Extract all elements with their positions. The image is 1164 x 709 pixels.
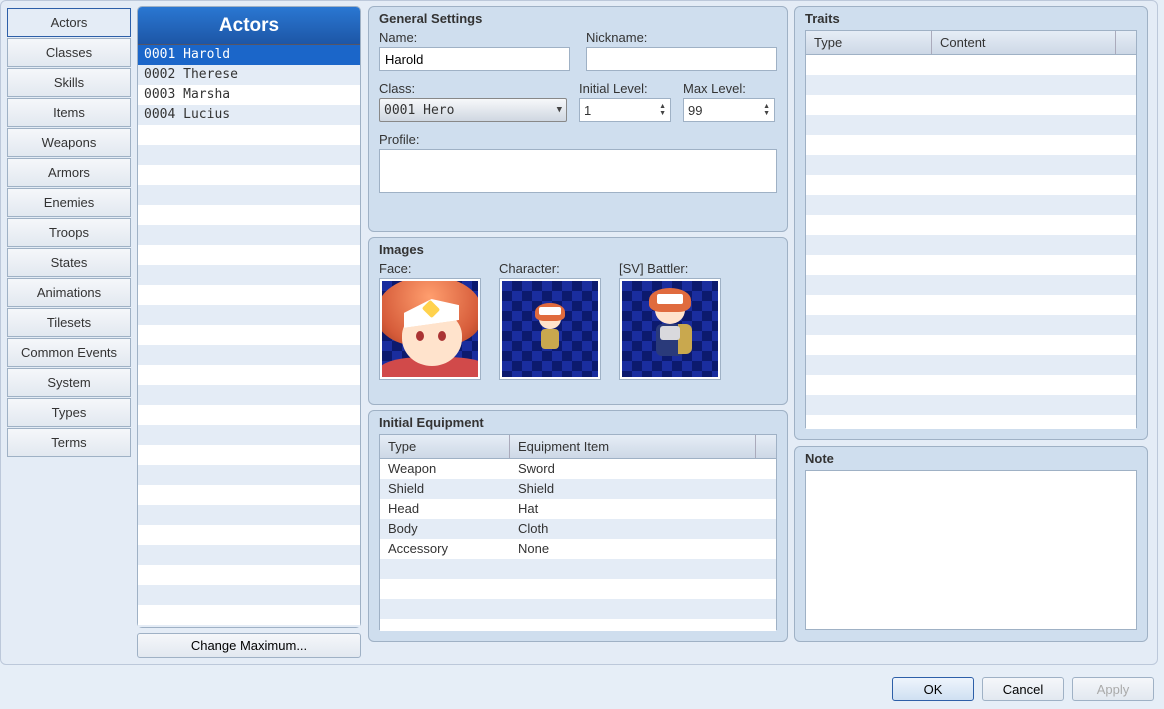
category-weapons[interactable]: Weapons — [7, 128, 131, 157]
class-label: Class: — [379, 81, 567, 96]
spinner-up-icon[interactable]: ▲ — [763, 104, 770, 110]
spinner-down-icon[interactable]: ▼ — [659, 111, 666, 117]
equip-cell-type: Accessory — [380, 539, 510, 559]
traits-group: Traits Type Content — [794, 6, 1148, 440]
equip-cell-type: Body — [380, 519, 510, 539]
nickname-label: Nickname: — [586, 30, 777, 45]
category-troops[interactable]: Troops — [7, 218, 131, 247]
category-common-events[interactable]: Common Events — [7, 338, 131, 367]
note-group: Note — [794, 446, 1148, 642]
equipment-row[interactable]: HeadHat — [380, 499, 776, 519]
nickname-input[interactable] — [586, 47, 777, 71]
entry-row[interactable]: 0002 Therese — [138, 65, 360, 85]
entry-list-panel: Actors 0001 Harold0002 Therese0003 Marsh… — [137, 6, 361, 628]
category-terms[interactable]: Terms — [7, 428, 131, 457]
category-armors[interactable]: Armors — [7, 158, 131, 187]
images-group: Images Face: Character: [SV] Battler: — [368, 237, 788, 405]
equip-col-item[interactable]: Equipment Item — [510, 435, 756, 458]
profile-label: Profile: — [379, 132, 777, 147]
general-settings-title: General Settings — [379, 11, 777, 26]
sv-battler-label: [SV] Battler: — [619, 261, 721, 276]
entry-row[interactable]: 0001 Harold — [138, 45, 360, 65]
traits-table[interactable]: Type Content — [805, 30, 1137, 428]
initial-equipment-title: Initial Equipment — [379, 415, 777, 430]
name-label: Name: — [379, 30, 570, 45]
equipment-row[interactable]: AccessoryNone — [380, 539, 776, 559]
entry-row[interactable]: 0004 Lucius — [138, 105, 360, 125]
detail-area: General Settings Name: Nickname: Class: … — [368, 6, 1154, 661]
class-combo-value: 0001 Hero — [384, 103, 454, 118]
traits-title: Traits — [805, 11, 1137, 26]
character-label: Character: — [499, 261, 601, 276]
dialog-button-bar: OK Cancel Apply — [892, 677, 1154, 701]
equip-cell-item: Hat — [510, 499, 756, 519]
chevron-down-icon: ▼ — [557, 105, 562, 115]
category-classes[interactable]: Classes — [7, 38, 131, 67]
category-tilesets[interactable]: Tilesets — [7, 308, 131, 337]
database-panel: ActorsClassesSkillsItemsWeaponsArmorsEne… — [0, 0, 1158, 665]
category-skills[interactable]: Skills — [7, 68, 131, 97]
traits-col-type[interactable]: Type — [806, 31, 932, 54]
general-settings-group: General Settings Name: Nickname: Class: … — [368, 6, 788, 232]
equip-col-type[interactable]: Type — [380, 435, 510, 458]
entry-row[interactable]: 0003 Marsha — [138, 85, 360, 105]
apply-button[interactable]: Apply — [1072, 677, 1154, 701]
entry-list-title: Actors — [138, 7, 360, 45]
change-maximum-button[interactable]: Change Maximum... — [137, 633, 361, 658]
category-states[interactable]: States — [7, 248, 131, 277]
equipment-row[interactable]: WeaponSword — [380, 459, 776, 479]
traits-col-spacer — [1116, 31, 1136, 54]
profile-textarea[interactable] — [379, 149, 777, 193]
spinner-up-icon[interactable]: ▲ — [659, 104, 666, 110]
note-title: Note — [805, 451, 1137, 466]
face-image-slot[interactable] — [379, 278, 481, 380]
max-level-spinner[interactable]: 99 ▲▼ — [683, 98, 775, 122]
images-title: Images — [379, 242, 777, 257]
entry-list-body[interactable]: 0001 Harold0002 Therese0003 Marsha0004 L… — [138, 45, 360, 627]
face-label: Face: — [379, 261, 481, 276]
category-system[interactable]: System — [7, 368, 131, 397]
name-input[interactable] — [379, 47, 570, 71]
equipment-row[interactable]: ShieldShield — [380, 479, 776, 499]
category-sidebar: ActorsClassesSkillsItemsWeaponsArmorsEne… — [7, 8, 131, 458]
category-types[interactable]: Types — [7, 398, 131, 427]
sv-battler-image-slot[interactable] — [619, 278, 721, 380]
initial-level-label: Initial Level: — [579, 81, 671, 96]
category-enemies[interactable]: Enemies — [7, 188, 131, 217]
max-level-value: 99 — [688, 103, 763, 118]
equip-cell-item: Sword — [510, 459, 756, 479]
initial-equipment-group: Initial Equipment Type Equipment Item We… — [368, 410, 788, 642]
character-image-slot[interactable] — [499, 278, 601, 380]
traits-col-content[interactable]: Content — [932, 31, 1116, 54]
max-level-label: Max Level: — [683, 81, 775, 96]
category-items[interactable]: Items — [7, 98, 131, 127]
category-actors[interactable]: Actors — [7, 8, 131, 37]
equip-cell-type: Shield — [380, 479, 510, 499]
category-animations[interactable]: Animations — [7, 278, 131, 307]
spinner-down-icon[interactable]: ▼ — [763, 111, 770, 117]
note-textarea[interactable] — [805, 470, 1137, 630]
equip-cell-type: Head — [380, 499, 510, 519]
ok-button[interactable]: OK — [892, 677, 974, 701]
cancel-button[interactable]: Cancel — [982, 677, 1064, 701]
class-combo[interactable]: 0001 Hero ▼ — [379, 98, 567, 122]
initial-level-spinner[interactable]: 1 ▲▼ — [579, 98, 671, 122]
equip-col-spacer — [756, 435, 776, 458]
equip-cell-item: Cloth — [510, 519, 756, 539]
equip-cell-item: Shield — [510, 479, 756, 499]
equip-cell-item: None — [510, 539, 756, 559]
initial-level-value: 1 — [584, 103, 659, 118]
equipment-table[interactable]: Type Equipment Item WeaponSwordShieldShi… — [379, 434, 777, 630]
equip-cell-type: Weapon — [380, 459, 510, 479]
equipment-row[interactable]: BodyCloth — [380, 519, 776, 539]
